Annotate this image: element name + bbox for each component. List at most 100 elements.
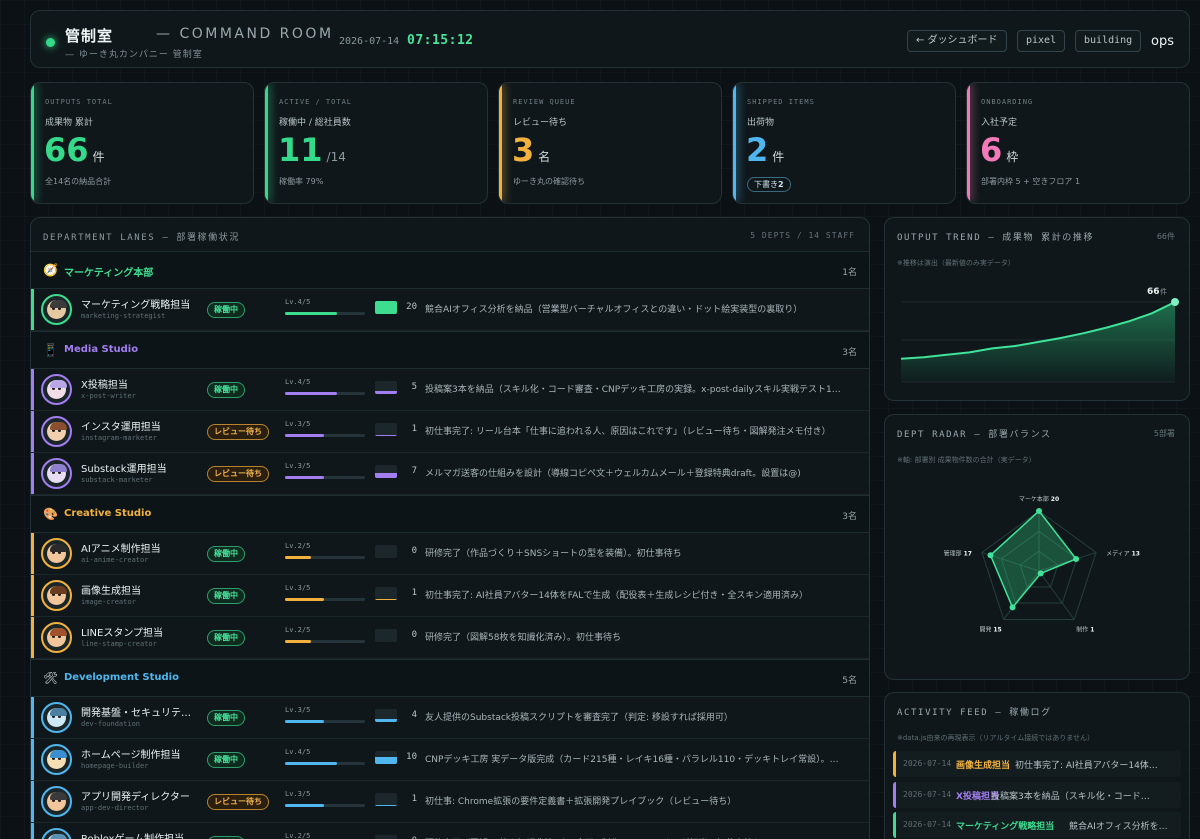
output-gauge bbox=[375, 835, 397, 839]
avatar bbox=[41, 786, 72, 817]
level-bar-fill bbox=[285, 392, 337, 395]
kpi-unit: 件 bbox=[92, 150, 105, 164]
dept-header[interactable]: 🧭 マーケティング本部 1名 bbox=[31, 251, 869, 289]
user-label[interactable]: ops bbox=[1151, 34, 1174, 49]
avatar-hair bbox=[50, 628, 67, 636]
output-gauge-fill bbox=[375, 473, 397, 478]
feed-item[interactable]: 2026-07-14 マーケティング戦略担当 競合AIオフィス分析を… bbox=[893, 812, 1181, 838]
staff-row[interactable]: LINEスタンプ担当 line-stamp-creator 稼働中 Lv.2/5 0 研修… bbox=[31, 617, 869, 659]
level-bar bbox=[285, 434, 365, 437]
kpi-value: 6 bbox=[980, 131, 1003, 169]
staff-row[interactable]: ホームページ制作担当 homepage-builder 稼働中 Lv.4/5 10 CNP… bbox=[31, 739, 869, 781]
level-bar bbox=[285, 312, 365, 315]
output-trend-panel: OUTPUT TREND — 成果物 累計の推移 66件 ※推移は演出（最新値の… bbox=[884, 217, 1190, 401]
level-label: Lv.3/5 bbox=[285, 584, 311, 592]
dept-count: 5名 bbox=[842, 676, 857, 686]
avatar bbox=[41, 580, 72, 611]
kpi-sublabel: 出荷物 bbox=[747, 118, 775, 128]
kpi-sublabel: レビュー待ち bbox=[513, 118, 568, 128]
kpi-label: OUTPUTS TOTAL bbox=[45, 98, 113, 106]
status-badge: 稼働中 bbox=[207, 302, 245, 318]
staff-row[interactable]: マーケティング戦略担当 marketing-strategist 稼働中 Lv.4/5… bbox=[31, 289, 869, 331]
dept-header[interactable]: 🎨 Creative Studio 3名 bbox=[31, 495, 869, 533]
header-date: 2026-07-14 bbox=[339, 36, 400, 47]
dept-header[interactable]: 🛠 Development Studio 5名 bbox=[31, 659, 869, 697]
level-bar bbox=[285, 392, 365, 395]
staff-row[interactable]: アプリ開発ディレクター app-dev-director レビュー待ち Lv.3/5 1… bbox=[31, 781, 869, 823]
feed-color-bar bbox=[893, 751, 896, 777]
staff-row[interactable]: Substack運用担当 substack-marketer レビュー待ち Lv.3/… bbox=[31, 453, 869, 495]
status-badge: レビュー待ち bbox=[207, 794, 269, 810]
kpi-note: 全14名の納品合計 bbox=[45, 177, 112, 186]
output-gauge-fill bbox=[375, 719, 397, 722]
kpi-accent bbox=[733, 83, 736, 203]
level-label: Lv.3/5 bbox=[285, 462, 311, 470]
dept-count: 1名 bbox=[842, 268, 857, 278]
staff-row[interactable]: 開発基盤・セキュリテ… dev-foundation 稼働中 Lv.3/5 4 友人提供の… bbox=[31, 697, 869, 739]
level-bar-fill bbox=[285, 640, 311, 643]
feed-item[interactable]: 2026-07-14 画像生成担当 初仕事完了: AI社員アバター14体… bbox=[893, 751, 1181, 777]
dept-color-bar bbox=[31, 697, 34, 738]
output-gauge-fill bbox=[375, 435, 397, 436]
dept-count: 3名 bbox=[842, 348, 857, 358]
radar-axis-label: 開発 15 bbox=[979, 626, 1001, 634]
level-bar-fill bbox=[285, 720, 324, 723]
staff-row[interactable]: Robloxゲーム制作担当roblox-creator稼働中Lv.2/50研修完… bbox=[31, 823, 869, 839]
staff-row[interactable]: 画像生成担当 image-creator 稼働中 Lv.3/5 1 初仕事完了: AI社員… bbox=[31, 575, 869, 617]
dept-color-bar bbox=[31, 823, 34, 839]
output-gauge-fill bbox=[375, 301, 397, 314]
compass-icon: 🧭 bbox=[43, 263, 58, 277]
status-badge: 稼働中 bbox=[207, 710, 245, 726]
radar-chart: マーケ本部 20 メディア 13 制作 1 開発 15 管理部 17 bbox=[944, 495, 1140, 634]
kpi-accent bbox=[31, 83, 34, 203]
tools-icon: 🛠 bbox=[43, 671, 59, 685]
dept-header[interactable]: 📱 Media Studio 3名 bbox=[31, 331, 869, 369]
level-label: Lv.4/5 bbox=[285, 298, 311, 306]
avatar bbox=[41, 702, 72, 733]
kpi-value: 11 bbox=[278, 131, 323, 169]
kpi-accent bbox=[265, 83, 268, 203]
kpi-sublabel: 入社予定 bbox=[981, 118, 1018, 128]
kpi-value-wrap: 6枠 bbox=[980, 131, 1018, 169]
pixel-view-button[interactable]: pixel bbox=[1017, 30, 1066, 52]
staff-row[interactable]: インスタ運用担当 instagram-marketer レビュー待ち Lv.3/5 1 初… bbox=[31, 411, 869, 453]
avatar-hair bbox=[50, 544, 67, 552]
output-count: 20 bbox=[406, 302, 417, 312]
staff-name: 画像生成担当 bbox=[81, 586, 141, 597]
staff-name: アプリ開発ディレクター bbox=[81, 792, 190, 803]
kpi-card: REVIEW QUEUE レビュー待ち 3 名ゆーき丸の確認待ち bbox=[498, 82, 722, 204]
staff-id: instagram-marketer bbox=[81, 434, 157, 442]
dept-color-bar bbox=[31, 453, 34, 494]
radar-axis-label: マーケ本部 20 bbox=[1019, 495, 1059, 503]
staff-id: line-stamp-creator bbox=[81, 640, 157, 648]
staff-row[interactable]: AIアニメ制作担当 ai-anime-creator 稼働中 Lv.2/5 0 研修完了（… bbox=[31, 533, 869, 575]
kpi-note: 部署内枠 5 + 空きフロア 1 bbox=[981, 177, 1081, 186]
output-count: 5 bbox=[411, 382, 417, 392]
staff-row[interactable]: X投稿担当 x-post-writer 稼働中 Lv.4/5 5 投稿案3本を納品（スキル… bbox=[31, 369, 869, 411]
kpi-unit: 名 bbox=[538, 150, 551, 164]
kpi-unit: 件 bbox=[772, 150, 785, 164]
kpi-card: ONBOARDING 入社予定 6 枠部署内枠 5 + 空きフロア 1 bbox=[966, 82, 1190, 204]
avatar-hair bbox=[50, 792, 67, 800]
output-gauge bbox=[375, 793, 397, 806]
kpi-unit: /14 bbox=[326, 150, 346, 164]
avatar-hair bbox=[50, 422, 67, 430]
trend-end-point bbox=[1171, 298, 1179, 306]
building-view-button[interactable]: building bbox=[1075, 30, 1142, 52]
dept-count: 3名 bbox=[842, 512, 857, 522]
dept-color-bar bbox=[31, 369, 34, 410]
current-task: 初仕事完了: AI社員アバター14体をFALで生成（配役表＋生成レシピ付き・全ス… bbox=[425, 591, 809, 601]
dashboard-back-button[interactable]: ← ダッシュボード bbox=[907, 30, 1007, 52]
kpi-label: REVIEW QUEUE bbox=[513, 98, 576, 106]
feed-item[interactable]: 2026-07-14 X投稿担当 投稿案3本を納品（スキル化・コード… bbox=[893, 782, 1181, 808]
staff-name: マーケティング戦略担当 bbox=[81, 300, 191, 311]
kpi-value-wrap: 3名 bbox=[512, 131, 550, 169]
level-bar-fill bbox=[285, 476, 324, 479]
company-label: — ゆーき丸カンパニー 管制室 bbox=[65, 50, 203, 60]
avatar bbox=[41, 828, 72, 839]
palette-icon: 🎨 bbox=[43, 507, 58, 521]
level-label: Lv.3/5 bbox=[285, 420, 311, 428]
staff-id: app-dev-director bbox=[81, 804, 149, 812]
avatar bbox=[41, 416, 72, 447]
staff-id: image-creator bbox=[81, 598, 136, 606]
